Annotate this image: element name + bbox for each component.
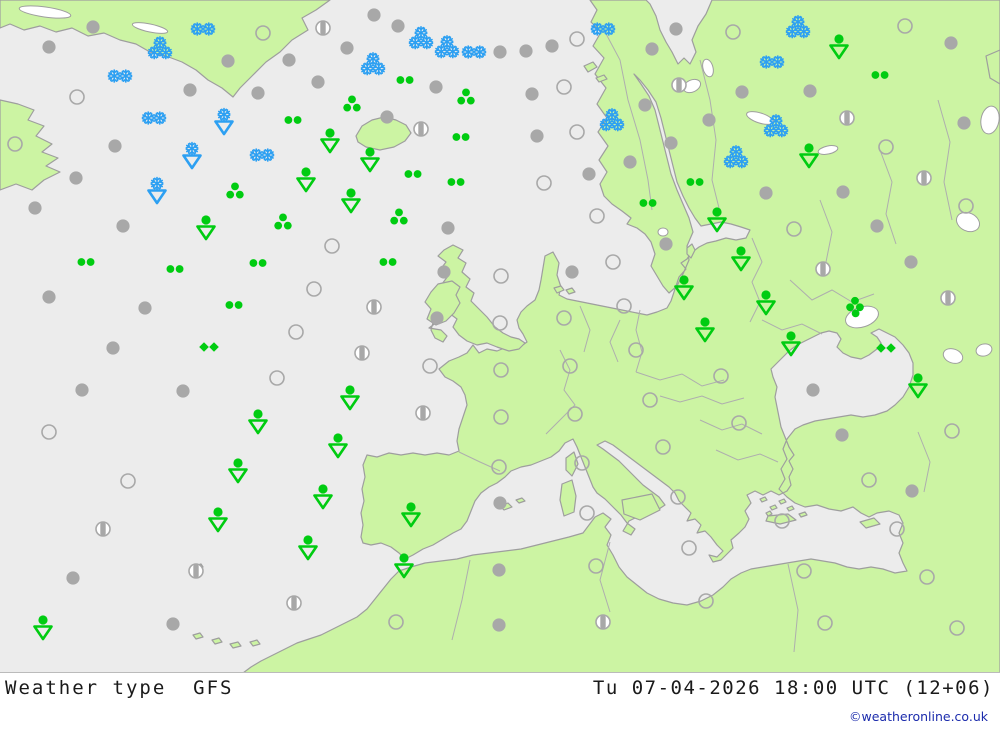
lake-vanern [657,227,669,237]
marker-cloudy-filled-gray-circle [391,19,405,33]
map-title: Weather type GFS [5,677,234,699]
marker-cloudy-filled-gray-circle [735,85,749,99]
marker-cloudy-filled-gray-circle [904,255,918,269]
marker-cloudy-filled-gray-circle [835,428,849,442]
marker-cloudy-filled-gray-circle [221,54,235,68]
marker-cloudy-filled-gray-circle [42,40,56,54]
marker-cloudy-filled-gray-circle [493,496,507,510]
marker-cloudy-filled-gray-circle [116,219,130,233]
marker-cloudy-filled-gray-circle [492,618,506,632]
marker-cloudy-filled-gray-circle [525,87,539,101]
marker-cloudy-filled-gray-circle [42,290,56,304]
marker-cloudy-filled-gray-circle [638,98,652,112]
marker-cloudy-filled-gray-circle [545,39,559,53]
marker-cloudy-filled-gray-circle [759,186,773,200]
marker-cloudy-filled-gray-circle [669,22,683,36]
marker-cloudy-filled-gray-circle [437,265,451,279]
marker-cloudy-filled-gray-circle [108,139,122,153]
marker-cloudy-filled-gray-circle [519,44,533,58]
weather-map-page: Weather type GFS Tu 07-04-2026 18:00 UTC… [0,0,1000,733]
map-canvas [0,0,1000,673]
marker-cloudy-filled-gray-circle [702,113,716,127]
marker-partly-cloudy-circle-with-bar [815,261,831,277]
marker-cloudy-filled-gray-circle [664,136,678,150]
marker-cloudy-filled-gray-circle [66,571,80,585]
marker-partly-cloudy-circle-with-bar [839,110,855,126]
weather-map [0,0,1000,673]
marker-cloudy-filled-gray-circle [429,80,443,94]
marker-partly-cloudy-circle-with-bar [413,121,429,137]
marker-partly-cloudy-circle-with-bar [415,405,431,421]
marker-cloudy-filled-gray-circle [530,129,544,143]
marker-cloudy-filled-gray-circle [944,36,958,50]
marker-cloudy-filled-gray-circle [367,8,381,22]
marker-cloudy-filled-gray-circle [176,384,190,398]
marker-cloudy-filled-gray-circle [806,383,820,397]
caption-bar: Weather type GFS Tu 07-04-2026 18:00 UTC… [0,673,1000,733]
marker-cloudy-filled-gray-circle [870,219,884,233]
marker-cloudy-filled-gray-circle [86,20,100,34]
marker-cloudy-filled-gray-circle [441,221,455,235]
marker-cloudy-filled-gray-circle [28,201,42,215]
marker-cloudy-filled-gray-circle [836,185,850,199]
marker-partly-cloudy-circle-with-bar [916,170,932,186]
marker-cloudy-filled-gray-circle [282,53,296,67]
marker-cloudy-filled-gray-circle [251,86,265,100]
marker-cloudy-filled-gray-circle [492,563,506,577]
marker-partly-cloudy-circle-with-bar [354,345,370,361]
credit-link[interactable]: ©weatheronline.co.uk [849,709,988,724]
marker-partly-cloudy-circle-with-bar [95,521,111,537]
marker-cloudy-filled-gray-circle [659,237,673,251]
marker-cloudy-filled-gray-circle [106,341,120,355]
marker-cloudy-filled-gray-circle [905,484,919,498]
marker-cloudy-filled-gray-circle [582,167,596,181]
marker-cloudy-filled-gray-circle [75,383,89,397]
marker-cloudy-filled-gray-circle [430,311,444,325]
marker-partly-cloudy-circle-with-bar [286,595,302,611]
marker-cloudy-filled-gray-circle [380,110,394,124]
marker-cloudy-filled-gray-circle [166,617,180,631]
marker-cloudy-filled-gray-circle [340,41,354,55]
marker-partly-cloudy-circle-with-bar [315,20,331,36]
marker-cloudy-filled-gray-circle [183,83,197,97]
marker-partly-cloudy-circle-with-bar [188,563,204,579]
marker-cloudy-filled-gray-circle [311,75,325,89]
marker-cloudy-filled-gray-circle [493,45,507,59]
marker-cloudy-filled-gray-circle [645,42,659,56]
marker-partly-cloudy-circle-with-bar [595,614,611,630]
marker-partly-cloudy-circle-with-bar [366,299,382,315]
marker-cloudy-filled-gray-circle [803,84,817,98]
marker-cloudy-filled-gray-circle [623,155,637,169]
land-sardinia [559,479,577,517]
marker-cloudy-filled-gray-circle [565,265,579,279]
marker-cloudy-filled-gray-circle [138,301,152,315]
marker-partly-cloudy-circle-with-bar [940,290,956,306]
marker-cloudy-filled-gray-circle [69,171,83,185]
marker-cloudy-filled-gray-circle [957,116,971,130]
marker-partly-cloudy-circle-with-bar [671,77,687,93]
map-timestamp: Tu 07-04-2026 18:00 UTC (12+06) [592,677,994,699]
